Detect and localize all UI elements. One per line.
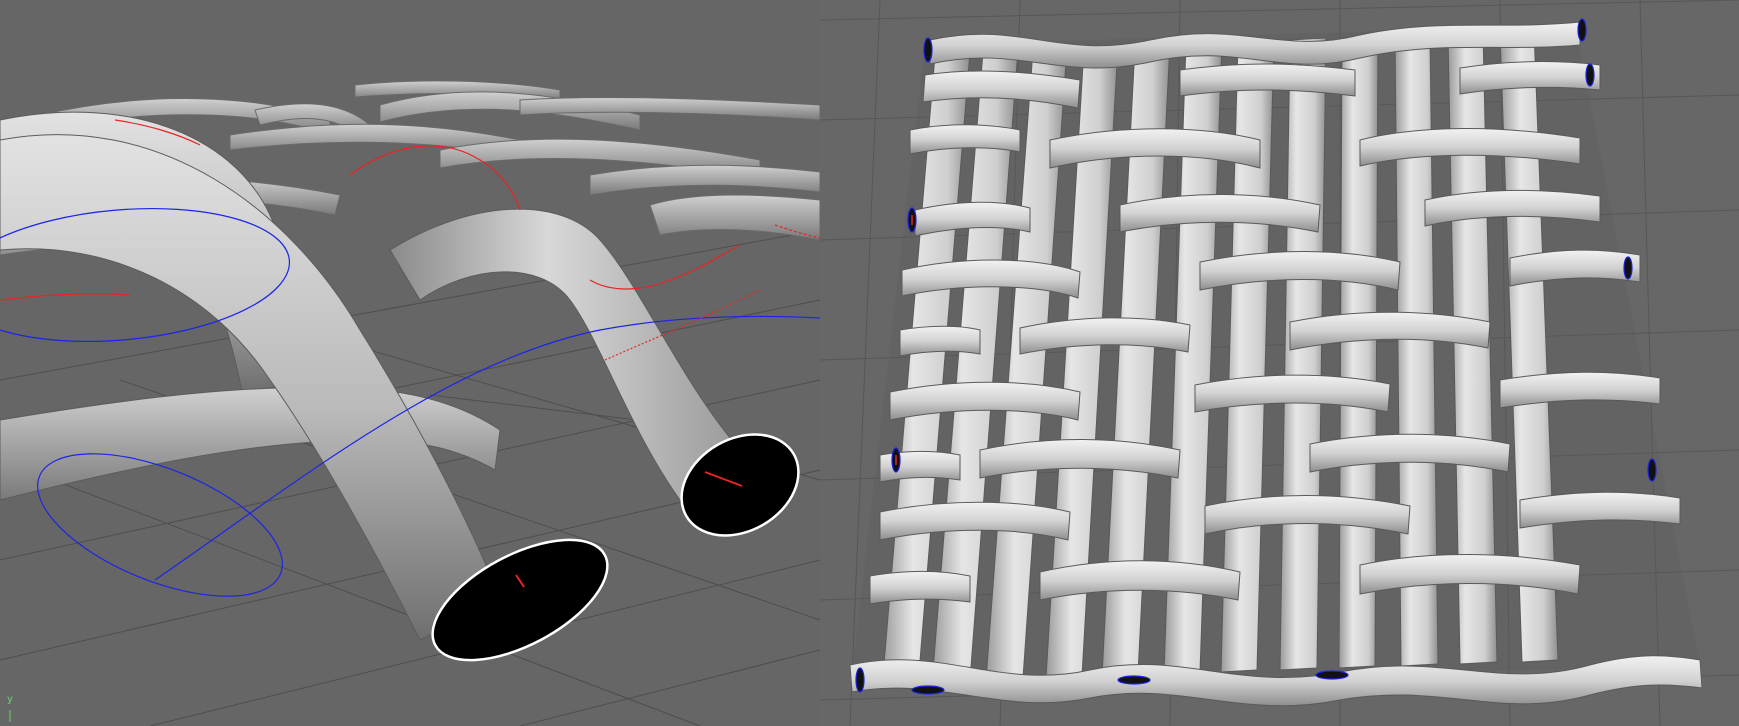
viewport-canvas-right[interactable]	[820, 0, 1739, 726]
viewport-canvas-left[interactable]	[0, 0, 820, 726]
axis-y-label: y	[7, 694, 13, 705]
viewport-perspective-closeup[interactable]: y	[0, 0, 820, 726]
viewport-perspective-overview[interactable]	[820, 0, 1739, 726]
maya-dual-viewport: y	[0, 0, 1739, 726]
